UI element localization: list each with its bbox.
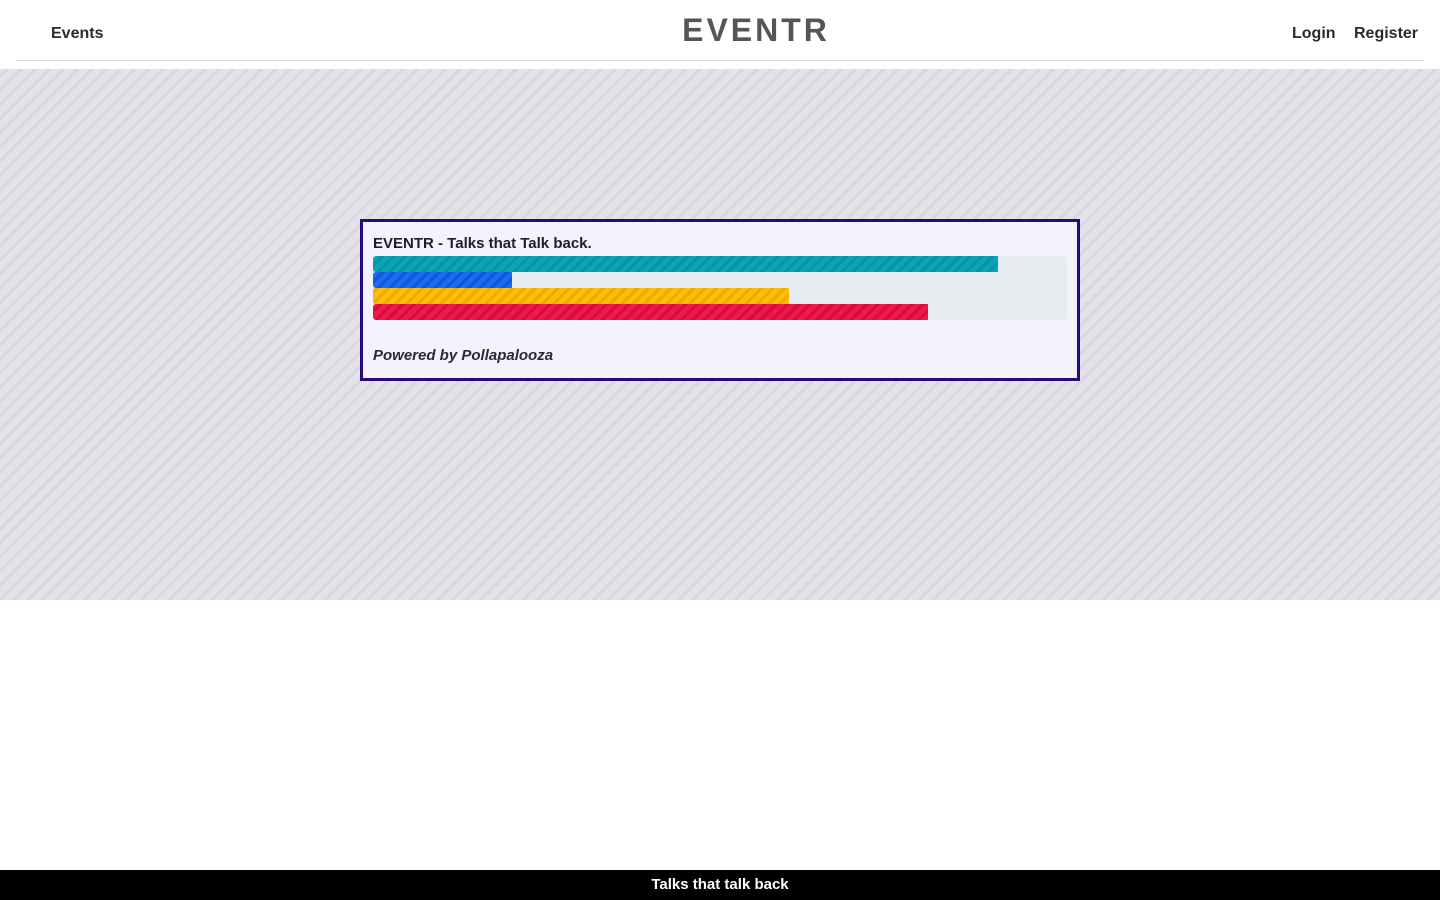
poll-bar-3[interactable]: [373, 288, 789, 304]
nav-events-link[interactable]: Events: [51, 24, 103, 44]
footer-bar: Talks that talk back: [0, 870, 1440, 900]
poll-title: EVENTR - Talks that Talk back.: [373, 235, 592, 252]
poll-bar-1[interactable]: [373, 256, 998, 272]
poll-bar-2[interactable]: [373, 272, 512, 288]
poll-results: [373, 256, 1067, 320]
poll-bar-4[interactable]: [373, 304, 928, 320]
brand-logo[interactable]: EVENTR: [682, 12, 830, 48]
nav-register-link[interactable]: Register: [1354, 24, 1418, 44]
poll-widget: EVENTR - Talks that Talk back. Powered b…: [360, 219, 1080, 381]
footer-tagline: Talks that talk back: [651, 876, 789, 893]
nav-login-link[interactable]: Login: [1292, 24, 1336, 44]
powered-by-text: Powered by Pollapalooza: [373, 347, 554, 364]
